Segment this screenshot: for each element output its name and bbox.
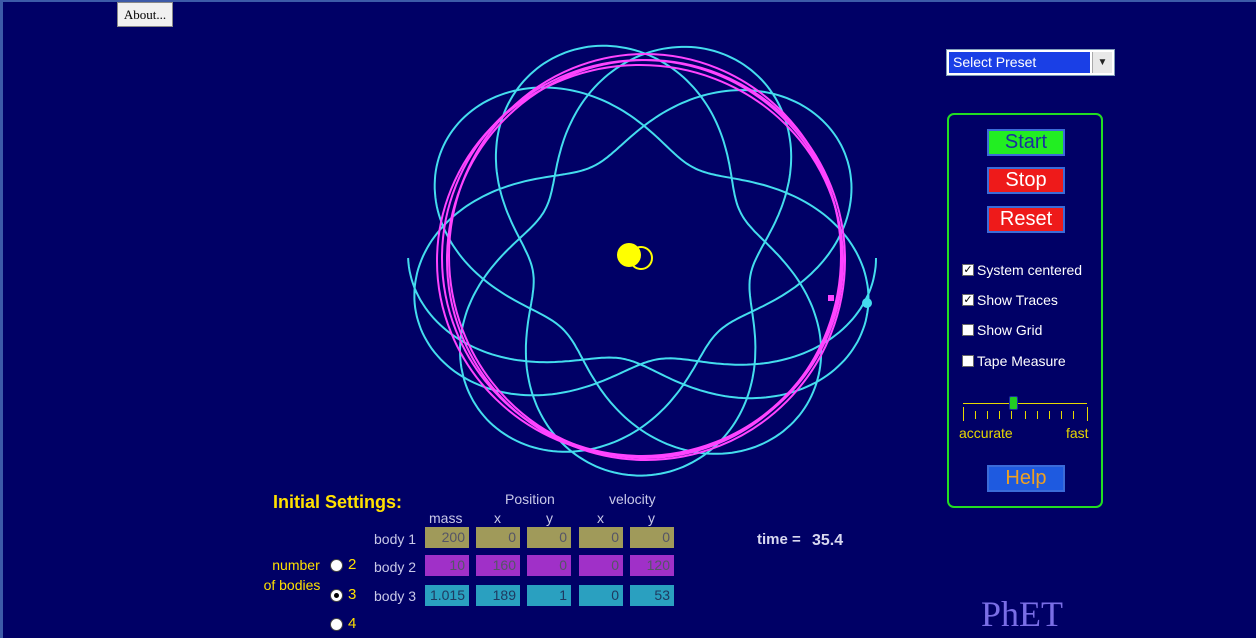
stop-button[interactable]: Stop	[987, 167, 1065, 194]
column-position-x: x	[494, 510, 501, 526]
phet-logo: PhET	[981, 594, 1064, 634]
slider-tick	[1061, 411, 1062, 419]
checkbox-label: Show Traces	[977, 292, 1058, 308]
slider-tick	[1025, 411, 1026, 419]
column-velocity-x: x	[597, 510, 604, 526]
body1-mass-input[interactable]: 200	[425, 527, 469, 548]
slider-label-fast: fast	[1066, 425, 1089, 441]
column-position-y: y	[546, 510, 553, 526]
slider-tick	[1037, 411, 1038, 419]
body3-y-input[interactable]: 1	[527, 585, 571, 606]
slider-tick	[975, 411, 976, 419]
time-label: time =	[757, 531, 801, 548]
velocity-header: velocity	[609, 491, 656, 507]
column-velocity-y: y	[648, 510, 655, 526]
radio-label-3: 3	[348, 586, 357, 603]
radio-4-bodies[interactable]	[330, 618, 343, 631]
slider-tick	[963, 407, 964, 421]
slider-tick	[987, 411, 988, 419]
body1-label: body 1	[374, 531, 417, 547]
radio-2-bodies[interactable]	[330, 559, 343, 572]
radio-label-4: 4	[348, 615, 357, 632]
system-centered-checkbox[interactable]: ✓ System centered	[962, 262, 1082, 278]
slider-tick	[1073, 411, 1074, 419]
body3-orbit-path	[407, 44, 877, 477]
checkbox-label: Tape Measure	[977, 353, 1066, 369]
preset-selected-value: Select Preset	[949, 52, 1090, 73]
initial-settings-title: Initial Settings:	[273, 492, 403, 512]
help-button[interactable]: Help	[987, 465, 1065, 492]
checkbox-checked-icon[interactable]: ✓	[962, 294, 974, 306]
checkbox-label: System centered	[977, 262, 1083, 278]
body3-vy-input[interactable]: 53	[630, 585, 674, 606]
body2-label: body 2	[374, 559, 417, 575]
body2-planet[interactable]	[828, 295, 834, 301]
body2-x-input[interactable]: 160	[476, 555, 520, 576]
slider-tick	[1087, 407, 1088, 421]
body3-label: body 3	[374, 588, 417, 604]
body2-mass-input[interactable]: 10	[425, 555, 469, 576]
radio-label-2: 2	[348, 556, 357, 573]
control-panel: Start Stop Reset ✓ System centered ✓ Sho…	[947, 113, 1103, 508]
body3-x-input[interactable]: 189	[476, 585, 520, 606]
select-preset-dropdown[interactable]: Select Preset ▼	[946, 49, 1115, 76]
checkbox-label: Show Grid	[977, 322, 1043, 338]
chevron-down-icon[interactable]: ▼	[1092, 52, 1112, 73]
body2-vy-input[interactable]: 120	[630, 555, 674, 576]
reset-button[interactable]: Reset	[987, 206, 1065, 233]
body3-moon[interactable]	[862, 298, 872, 308]
body1-vy-input[interactable]: 0	[630, 527, 674, 548]
slider-tick	[1011, 411, 1012, 419]
speed-slider-track[interactable]	[963, 403, 1087, 404]
number-of-bodies-label-2: of bodies	[263, 577, 321, 593]
body1-x-input[interactable]: 0	[476, 527, 520, 548]
time-value: 35.4	[812, 532, 844, 549]
checkbox-unchecked-icon[interactable]	[962, 324, 974, 336]
body2-vx-input[interactable]: 0	[579, 555, 623, 576]
body3-mass-input[interactable]: 1.015	[425, 585, 469, 606]
tape-measure-checkbox[interactable]: Tape Measure	[962, 353, 1066, 369]
body3-trace	[407, 44, 877, 477]
speed-slider-thumb[interactable]	[1009, 396, 1018, 410]
checkbox-unchecked-icon[interactable]	[962, 355, 974, 367]
start-button[interactable]: Start	[987, 129, 1065, 156]
show-grid-checkbox[interactable]: Show Grid	[962, 322, 1042, 338]
body1-y-input[interactable]: 0	[527, 527, 571, 548]
slider-tick	[999, 411, 1000, 419]
column-mass: mass	[429, 510, 463, 526]
number-of-bodies-label: number	[272, 557, 320, 573]
radio-3-bodies[interactable]	[330, 589, 343, 602]
slider-tick	[1049, 411, 1050, 419]
position-header: Position	[505, 491, 555, 507]
body2-trace	[436, 53, 846, 461]
body1-vx-input[interactable]: 0	[579, 527, 623, 548]
checkbox-checked-icon[interactable]: ✓	[962, 264, 974, 276]
show-traces-checkbox[interactable]: ✓ Show Traces	[962, 292, 1058, 308]
body3-vx-input[interactable]: 0	[579, 585, 623, 606]
body2-y-input[interactable]: 0	[527, 555, 571, 576]
slider-label-accurate: accurate	[959, 425, 1013, 441]
